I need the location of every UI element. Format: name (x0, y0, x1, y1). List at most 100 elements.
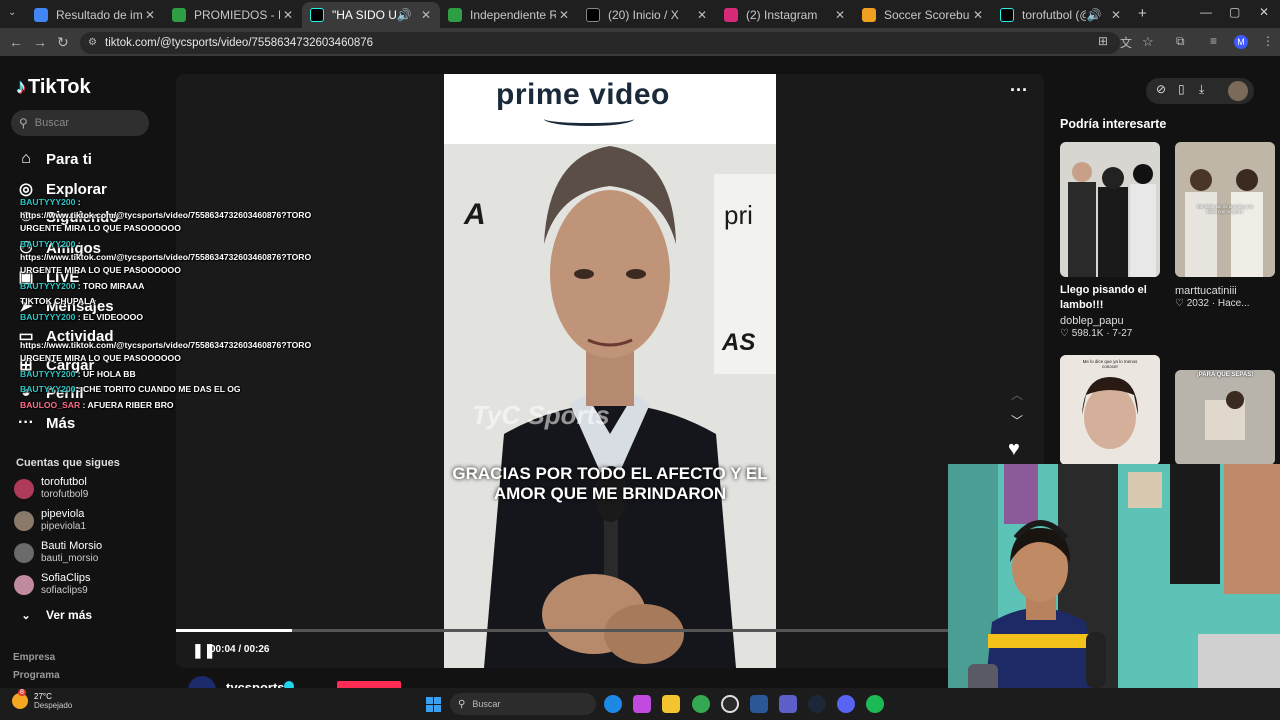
reload-icon[interactable]: ↻ (57, 34, 69, 51)
prime-video-watermark: prime video (496, 78, 670, 111)
chat-text: TIKTOK CHUPALA (20, 296, 96, 306)
footer-link-empresa[interactable]: Empresa (13, 652, 55, 663)
forward-icon[interactable]: → (33, 34, 47, 50)
word-icon[interactable] (750, 695, 768, 713)
tab-search-icon[interactable]: ⌄ (8, 7, 22, 21)
footer-link-programa[interactable]: Programa (13, 670, 60, 681)
taskbar-search-input[interactable]: ⚲ Buscar (450, 693, 596, 715)
thumbnail-overlay-text: Me lo dice que ya lo menos conocer (1082, 359, 1138, 369)
obs-icon[interactable] (721, 695, 739, 713)
close-tab-icon[interactable]: ✕ (142, 8, 158, 22)
following-account[interactable]: pipeviola pipeviola1 (14, 508, 86, 533)
chat-text: https://www.tiktok.com/@tycsports/video/… (20, 340, 312, 350)
extensions-icon[interactable]: ⧉ (1176, 34, 1185, 49)
browser-tab-active[interactable]: "HA SIDO UNA HI🔊✕ (302, 2, 440, 28)
browser-tab-strip: ⌄ Resultado de imágenes de✕ PROMIEDOS - … (0, 0, 1280, 28)
mobile-icon[interactable]: ▯ (1178, 82, 1185, 96)
copilot-icon[interactable] (633, 695, 651, 713)
suggestion-thumbnail[interactable]: Me bañe sin mi permiso y lo bañe con mi … (1175, 142, 1275, 277)
site-info-icon[interactable]: ⚙ (88, 32, 97, 54)
weather-temp: 27°C (34, 692, 52, 701)
close-tab-icon[interactable]: ✕ (1108, 8, 1124, 22)
maximize-icon[interactable]: ▢ (1229, 5, 1240, 19)
close-tab-icon[interactable]: ✕ (694, 8, 710, 22)
close-tab-icon[interactable]: ✕ (418, 8, 434, 22)
address-bar[interactable]: ⚙ tiktok.com/@tycsports/video/7558634732… (80, 32, 1120, 54)
nav-mas[interactable]: ··· Más (16, 414, 75, 432)
weather-widget[interactable]: 8 27°C Despejado (12, 689, 73, 710)
following-account[interactable]: Bauti Morsio bauti_morsio (14, 540, 102, 565)
svg-text:A: A (463, 198, 486, 231)
video-more-options-icon[interactable]: ··· (1010, 80, 1028, 101)
suggestion-title[interactable]: Llego pisando el lambo!!! (1060, 283, 1164, 313)
browser-tab[interactable]: (20) Inicio / X ✕ (578, 2, 716, 28)
close-tab-icon[interactable]: ✕ (832, 8, 848, 22)
new-tab-icon[interactable]: + (1138, 5, 1147, 22)
chat-text: : EL VIDEOOOO (75, 312, 144, 322)
user-avatar[interactable] (1228, 81, 1248, 101)
browser-tab[interactable]: PROMIEDOS - Futbol Arg✕ (164, 2, 302, 28)
browser-tab[interactable]: Soccer Scorebug - Fresh✕ (854, 2, 992, 28)
thumbnail-image (1175, 370, 1275, 465)
video-frame: A pri AS prime video TyC Sports (444, 74, 776, 668)
spotify-icon[interactable] (866, 695, 884, 713)
minimize-icon[interactable]: — (1200, 5, 1212, 19)
browser-tab[interactable]: Independiente Rivadavia✕ (440, 2, 578, 28)
video-progress-fill (176, 629, 292, 632)
windows-start-icon[interactable] (426, 697, 441, 712)
steam-icon[interactable] (808, 695, 826, 713)
teams-icon[interactable] (779, 695, 797, 713)
menu-kebab-icon[interactable]: ⋮ (1262, 34, 1274, 48)
tiktok-note-icon: ♪ (16, 76, 26, 98)
install-app-icon[interactable]: ⊞ (1098, 34, 1108, 48)
webcam-overlay (948, 464, 1280, 720)
chat-text: : (75, 197, 81, 207)
bookmark-star-icon[interactable]: ☆ (1142, 34, 1154, 50)
video-progress-bar[interactable] (176, 629, 948, 632)
translate-icon[interactable]: 文 (1120, 34, 1132, 51)
back-icon[interactable]: ← (9, 34, 23, 50)
browser-tab[interactable]: torofutbol (@torofutb🔊✕ (992, 2, 1130, 28)
chat-message: BAUTYYY200 : (20, 238, 81, 250)
close-tab-icon[interactable]: ✕ (280, 8, 296, 22)
reading-list-icon[interactable]: ≡ (1210, 34, 1217, 48)
video-time: 00:04 / 00:26 (210, 644, 270, 655)
profile-avatar[interactable]: M (1234, 35, 1248, 49)
weather-desc: Despejado (34, 701, 73, 710)
suggestion-thumbnail[interactable]: Me lo dice que ya lo menos conocer (1060, 355, 1160, 465)
avatar (14, 510, 34, 531)
close-tab-icon[interactable]: ✕ (556, 8, 572, 22)
following-account[interactable]: SofiaClips sofiaclips9 (14, 572, 91, 597)
speaker-icon[interactable]: 🔊 (396, 8, 412, 22)
thumbnail-overlay-text: Me bañe sin mi permiso y lo bañe con mi … (1196, 204, 1254, 214)
tiktok-logo[interactable]: ♪ TikTok (16, 76, 91, 99)
browser-tab[interactable]: Resultado de imágenes de✕ (26, 2, 164, 28)
suggestion-author[interactable]: marttucatiniii (1175, 285, 1237, 297)
like-heart-icon[interactable]: ♥ (1008, 438, 1020, 461)
edge-icon[interactable] (604, 695, 622, 713)
scroll-down-icon[interactable]: ﹀ (1011, 412, 1023, 429)
close-tab-icon[interactable]: ✕ (970, 8, 986, 22)
search-input[interactable]: ⚲ Buscar (11, 110, 149, 136)
chat-username: BAUTYYY200 (20, 197, 76, 207)
suggestion-author[interactable]: doblep_papu (1060, 315, 1124, 327)
suggestion-thumbnail[interactable] (1060, 142, 1160, 277)
nav-para-ti[interactable]: ⌂ Para ti (16, 150, 92, 168)
browser-tab[interactable]: (2) Instagram ✕ (716, 2, 854, 28)
suggestion-thumbnail[interactable]: ¡PARA QUE SEPAS! (1175, 370, 1275, 465)
chrome-icon[interactable] (692, 695, 710, 713)
see-more-button[interactable]: ⌄ Ver más (16, 608, 92, 622)
chat-text: : TORO MIRAAA (75, 281, 145, 291)
speaker-icon[interactable]: 🔊 (1086, 8, 1102, 22)
discord-icon[interactable] (837, 695, 855, 713)
chat-text: https://www.tiktok.com/@tycsports/video/… (20, 252, 312, 262)
chevron-down-icon: ⌄ (21, 609, 31, 622)
video-player[interactable]: A pri AS prime video TyC Sports ··· ❚❚ 0… (176, 74, 1044, 668)
scroll-up-icon[interactable]: ︿ (1011, 386, 1023, 403)
close-window-icon[interactable]: ✕ (1259, 5, 1269, 19)
following-account[interactable]: torofutbol torofutbol9 (14, 476, 88, 501)
file-explorer-icon[interactable] (662, 695, 680, 713)
download-icon[interactable]: ⤓ (1199, 82, 1204, 97)
coin-icon[interactable]: ⊘ (1156, 82, 1166, 96)
suggestions-title: Podría interesarte (1060, 117, 1167, 131)
